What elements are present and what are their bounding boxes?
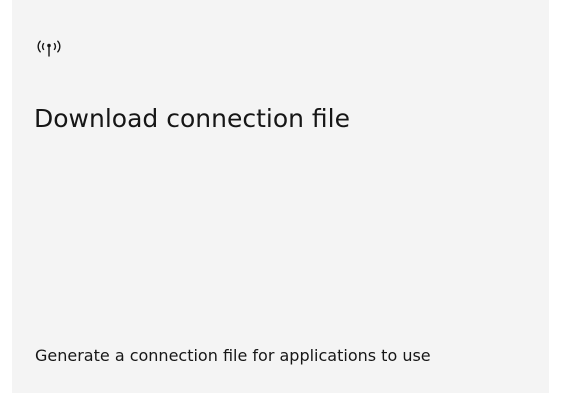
connection-signal-icon [35,37,67,57]
tile-description: Generate a connection file for applicati… [35,346,431,365]
tile-title: Download connection file [34,104,350,133]
download-connection-file-tile[interactable]: Download connection file Generate a conn… [12,0,549,393]
